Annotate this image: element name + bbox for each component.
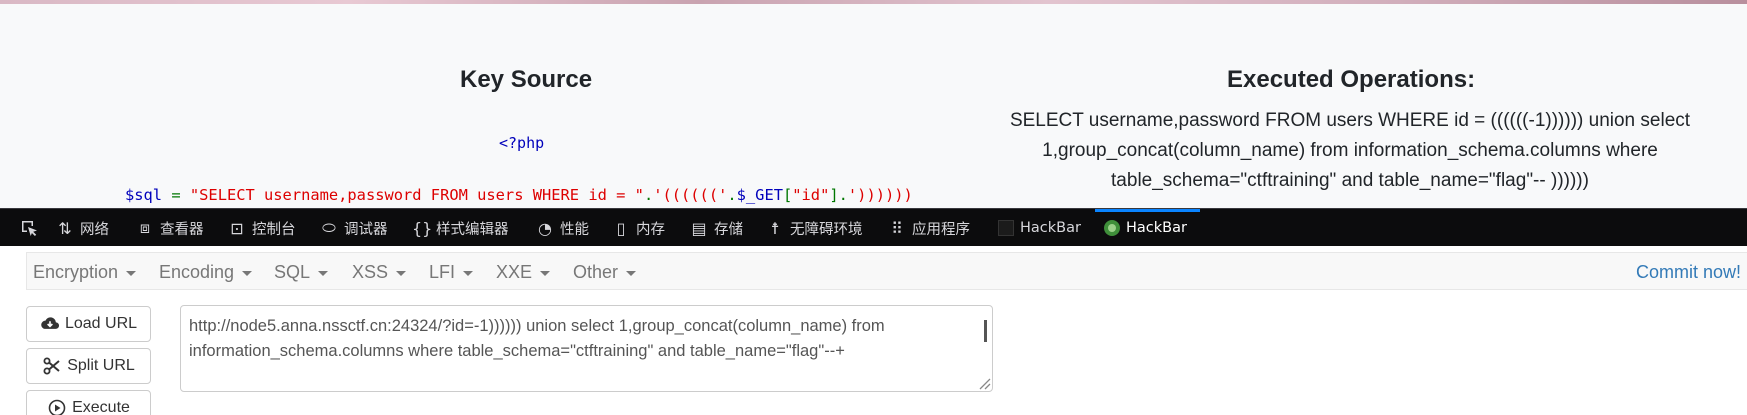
code-var-sql: $sql <box>125 186 163 204</box>
resize-handle-icon[interactable] <box>977 376 991 390</box>
element-picker-icon[interactable] <box>8 209 50 247</box>
menu-xss[interactable]: XSS <box>352 253 407 291</box>
caret-down-icon <box>396 270 407 276</box>
tab-application[interactable]: ⠿ 应用程序 <box>888 209 970 247</box>
caret-down-icon <box>126 270 137 276</box>
storage-icon: ▤ <box>691 218 707 238</box>
code-string-2: '((((((' <box>653 186 728 204</box>
hackbar-green-icon <box>1104 220 1120 236</box>
console-icon: ⊡ <box>230 218 244 238</box>
code-key: "id" <box>792 186 830 204</box>
code-get-var: $_GET <box>736 186 783 204</box>
caret-down-icon <box>318 270 329 276</box>
php-sql-code-line: $sql = "SELECT username,password FROM us… <box>125 186 924 204</box>
play-circle-icon <box>48 399 66 415</box>
tab-console[interactable]: ⊡ 控制台 <box>228 209 295 247</box>
hackbar-panel: Encryption Encoding SQL XSS LFI XXE Othe… <box>0 246 1747 415</box>
performance-icon: ◔ <box>538 218 552 238</box>
menu-xxe[interactable]: XXE <box>496 253 551 291</box>
tab-style-editor[interactable]: {} 样式编辑器 <box>412 209 509 247</box>
code-assign: = <box>162 186 190 204</box>
code-concat-3: . <box>838 186 848 204</box>
executed-operations-heading: Executed Operations: <box>1227 66 1476 93</box>
tab-accessibility[interactable]: ☨ 无障碍环境 <box>766 209 863 247</box>
cloud-download-icon <box>41 317 60 329</box>
php-open-tag: <?php <box>499 134 545 152</box>
accessibility-icon: ☨ <box>770 218 780 238</box>
code-bracket-close: ] <box>829 186 839 204</box>
url-textarea-value: http://node5.anna.nssctf.cn:24324/?id=-1… <box>189 317 885 360</box>
load-url-button[interactable]: Load URL <box>26 306 151 342</box>
executed-query-text: SELECT username,password FROM users WHER… <box>1009 110 1691 191</box>
code-concat-1: . <box>643 186 654 204</box>
code-concat-2: . <box>727 186 737 204</box>
memory-icon: ▯ <box>616 218 626 238</box>
caret-down-icon <box>242 270 253 276</box>
split-url-button[interactable]: Split URL <box>26 348 151 384</box>
tab-network[interactable]: ⇅ 网络 <box>56 209 109 247</box>
caret-down-icon <box>626 270 637 276</box>
hackbar-dark-icon <box>998 220 1014 236</box>
execute-button[interactable]: Execute <box>26 390 151 415</box>
code-string-1: "SELECT username,password FROM users WHE… <box>189 186 644 204</box>
key-source-heading: Key Source <box>460 66 593 93</box>
network-icon: ⇅ <box>58 218 72 238</box>
menu-encoding[interactable]: Encoding <box>159 253 253 291</box>
tab-performance[interactable]: ◔ 性能 <box>536 209 589 247</box>
tab-storage[interactable]: ▤ 存储 <box>690 209 743 247</box>
devtools-toolbar: ⇅ 网络 ⧈ 查看器 ⊡ 控制台 ⬭ 调试器 {} 样式编辑器 ◔ 性能 ▯ 内存 ▤ 存储 ☨… <box>0 208 1747 246</box>
menu-encryption[interactable]: Encryption <box>33 253 137 291</box>
hackbar-menu-bar: Encryption Encoding SQL XSS LFI XXE Othe… <box>26 252 1747 290</box>
inspector-icon: ⧈ <box>139 218 151 237</box>
tab-hackbar-2[interactable]: HackBar <box>1104 209 1187 247</box>
style-editor-icon: {} <box>412 218 433 238</box>
tab-debugger[interactable]: ⬭ 调试器 <box>320 209 387 247</box>
tab-hackbar-1[interactable]: HackBar <box>998 209 1081 247</box>
menu-sql[interactable]: SQL <box>274 253 329 291</box>
application-icon: ⠿ <box>891 218 903 238</box>
scissors-icon <box>43 357 60 375</box>
code-bracket-open: [ <box>782 186 793 204</box>
debugger-icon: ⬭ <box>322 218 336 237</box>
url-textarea[interactable]: http://node5.anna.nssctf.cn:24324/?id=-1… <box>180 305 993 392</box>
tab-inspector[interactable]: ⧈ 查看器 <box>136 209 204 247</box>
caret-down-icon <box>463 270 474 276</box>
menu-lfi[interactable]: LFI <box>429 253 474 291</box>
menu-other[interactable]: Other <box>573 253 637 291</box>
tab-memory[interactable]: ▯ 内存 <box>612 209 665 247</box>
caret-down-icon <box>540 270 551 276</box>
textarea-scrollbar[interactable] <box>984 320 987 342</box>
code-string-3: ')))))) <box>847 186 913 204</box>
commit-now-link[interactable]: Commit now! <box>1636 253 1741 291</box>
web-page-area: Key Source <?php $sql = "SELECT username… <box>0 0 1747 208</box>
